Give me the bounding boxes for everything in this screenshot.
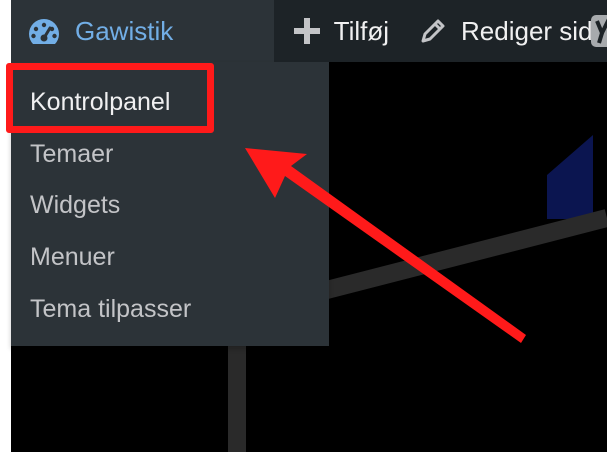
- screenshot: Gawistik Tilføj Rediger side Kontrolpane…: [0, 0, 607, 452]
- yoast-seo-menu[interactable]: [589, 0, 607, 62]
- menu-item-menuer[interactable]: Menuer: [30, 237, 115, 277]
- menu-item-tema-tilpasser[interactable]: Tema tilpasser: [30, 289, 191, 329]
- yoast-icon: [589, 11, 607, 51]
- new-content-label: Tilføj: [333, 15, 390, 46]
- edit-page-label: Rediger side: [461, 15, 607, 46]
- new-content-menu[interactable]: Tilføj: [274, 0, 409, 62]
- site-name-menu[interactable]: Gawistik: [11, 0, 274, 62]
- dashboard-gauge-icon: [27, 16, 61, 46]
- edit-page-link[interactable]: Rediger side: [409, 0, 607, 62]
- plus-icon: [293, 18, 320, 44]
- site-name-label: Gawistik: [75, 15, 174, 46]
- admin-bar: Gawistik Tilføj Rediger side: [11, 0, 607, 62]
- menu-item-kontrolpanel[interactable]: Kontrolpanel: [30, 82, 170, 122]
- menu-item-temaer[interactable]: Temaer: [30, 134, 113, 174]
- menu-item-widgets[interactable]: Widgets: [30, 185, 120, 225]
- site-graphic-shape: [547, 135, 593, 219]
- pencil-icon: [419, 17, 447, 45]
- site-name-dropdown: Kontrolpanel Temaer Widgets Menuer Tema …: [11, 62, 329, 346]
